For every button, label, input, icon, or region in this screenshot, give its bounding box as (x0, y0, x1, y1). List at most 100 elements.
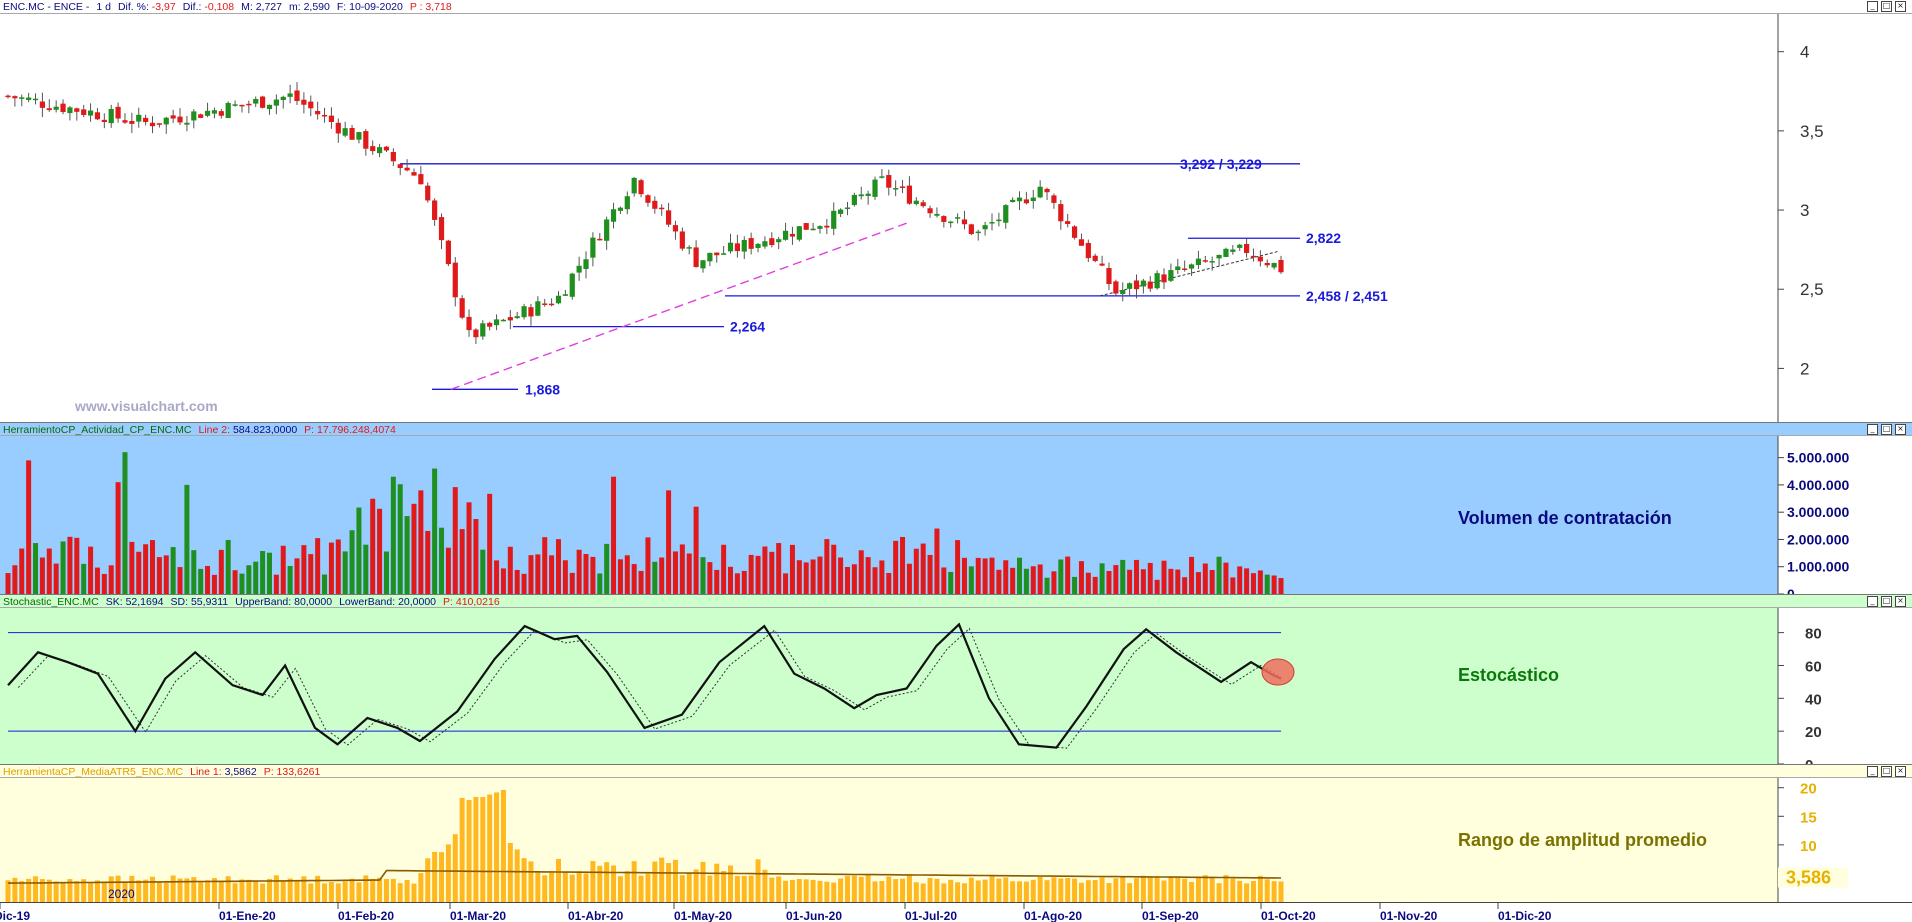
atr-pane[interactable]: 20151053,586 Rango de amplitud promedio … (0, 778, 1912, 902)
volume-pane[interactable]: 5.000.000 4.000.000 3.000.000 2.000.000 1.00… (0, 436, 1912, 594)
price-candle (1216, 254, 1222, 267)
minimize-button[interactable]: _ (1867, 1, 1878, 12)
atr-bar (1209, 877, 1215, 902)
dif-pct-label: Dif. %: (117, 1, 149, 13)
minimize-button[interactable]: _ (1867, 424, 1878, 435)
sk-line (7, 622, 1282, 749)
atr-axis-label: 20 (1800, 781, 1817, 798)
maximize-button[interactable]: □ (1881, 1, 1892, 12)
volume-bar (679, 544, 685, 594)
close-button[interactable]: × (1895, 1, 1906, 12)
volume-bar (624, 555, 630, 594)
atr-bar (686, 872, 692, 902)
price-axis-label: 4 (1800, 43, 1809, 62)
volume-bar (1023, 568, 1029, 594)
price-pane[interactable]: 4 3,5 3 2,5 2 3,292 / 3,229 2,822 2,458 / 2,45… (0, 14, 1912, 422)
price-candle (1195, 250, 1202, 270)
volume-chart[interactable]: 5.000.000 4.000.000 3.000.000 2.000.000 1.00… (0, 436, 1912, 594)
stochastic-chart[interactable]: 80 60 40 20 0 Estocástico (0, 608, 1912, 764)
volume-bar (824, 539, 830, 594)
atr-bar (624, 871, 630, 902)
price-candle (438, 213, 445, 250)
price-candle (597, 232, 603, 241)
maximize-button[interactable]: □ (1881, 424, 1892, 435)
minimize-button[interactable]: _ (1867, 596, 1878, 607)
volume-bar (611, 476, 617, 594)
maximize-button[interactable]: □ (1881, 766, 1892, 777)
atr-bar (390, 878, 396, 902)
atr-axis-label: 15 (1800, 809, 1817, 826)
price-candle (879, 169, 885, 179)
price-candle (1257, 250, 1263, 267)
price-pane-window-buttons: _ □ × (1867, 1, 1906, 12)
atr-bar (198, 881, 204, 902)
volume-bar (893, 540, 899, 594)
minimize-button[interactable]: _ (1867, 766, 1878, 777)
price-candle (500, 318, 507, 322)
stochastic-p-label: P: (443, 596, 453, 608)
atr-bar (948, 879, 954, 902)
atr-bar (576, 871, 582, 902)
close-button[interactable]: × (1895, 424, 1906, 435)
price-pane-header: ENC.MC - ENCE - 1 d Dif. %: -3,97 Dif.: -0,… (0, 0, 1912, 14)
price-candle (1271, 262, 1277, 270)
volume-bar (858, 550, 864, 594)
atr-bar (1113, 878, 1119, 902)
volume-axis-label: 2.000.000 (1787, 531, 1849, 547)
volume-bar (1017, 557, 1023, 594)
volume-bar (5, 573, 11, 594)
atr-bar (1168, 877, 1174, 902)
volume-bar (1051, 571, 1057, 594)
price-candle (672, 220, 679, 240)
price-candle (425, 182, 431, 203)
price-candle (727, 233, 734, 254)
volume-bar (700, 557, 706, 594)
volume-bar (1237, 566, 1243, 594)
volume-bar (1216, 556, 1222, 594)
price-candle (528, 303, 534, 326)
price-candle (1099, 255, 1105, 267)
stochastic-pane[interactable]: 80 60 40 20 0 Estocástico (0, 608, 1912, 764)
close-button[interactable]: × (1895, 596, 1906, 607)
volume-bar (1085, 572, 1091, 594)
atr-bar (273, 875, 279, 902)
atr-bar (1085, 880, 1091, 902)
volume-axis-label: 3.000.000 (1787, 504, 1849, 520)
volume-bar (328, 542, 334, 594)
volume-bar (129, 541, 135, 594)
atr-bar (796, 878, 802, 902)
volume-bar (459, 529, 465, 594)
volume-bar (652, 561, 658, 594)
atr-bar (246, 879, 252, 902)
atr-bar (1244, 883, 1250, 902)
atr-bar (377, 877, 383, 902)
stochastic-axis-label: 80 (1805, 626, 1822, 643)
price-candle (191, 109, 197, 129)
price-candle (762, 236, 768, 249)
price-candle (989, 213, 995, 231)
price-candle (87, 103, 94, 122)
atr-bar (411, 883, 417, 902)
atr-indicator-name: HerramientaCP_MediaATR5_ENC.MC (3, 766, 184, 778)
atr-bar (349, 878, 355, 902)
candlestick-chart[interactable]: 4 3,5 3 2,5 2 3,292 / 3,229 2,822 2,458 / 2,45… (0, 14, 1912, 422)
atr-chart[interactable]: 20151053,586 Rango de amplitud promedio … (0, 778, 1912, 902)
maximize-button[interactable]: □ (1881, 596, 1892, 607)
atr-bar (1278, 881, 1284, 902)
atr-bar (439, 852, 445, 902)
close-button[interactable]: × (1895, 766, 1906, 777)
volume-bar (961, 557, 967, 594)
volume-bar (796, 560, 802, 594)
atr-bar (913, 882, 919, 902)
time-axis-label: 01-Sep-20 (1142, 909, 1199, 922)
price-candle (321, 107, 328, 123)
price-candle (583, 251, 589, 279)
volume-bar (115, 482, 121, 594)
volume-bar (1133, 559, 1139, 594)
atr-bar (480, 797, 486, 902)
price-candle (844, 201, 851, 216)
price-candle (349, 125, 355, 140)
price-candle (555, 291, 562, 305)
volume-bar (1230, 577, 1236, 594)
price-candle (542, 298, 548, 307)
